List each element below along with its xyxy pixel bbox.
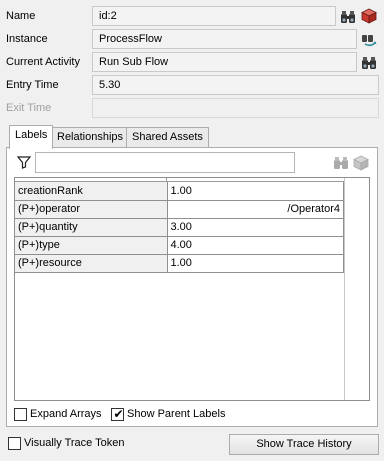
checkmark-icon: ✔ [113,407,124,421]
label-key[interactable]: (P+)type [15,235,168,255]
table-grid-line [344,178,345,400]
cube-icon[interactable] [361,8,377,24]
exit-time-row: Exit Time [0,98,384,120]
label-value[interactable]: 1.00 [166,182,344,201]
table-row[interactable]: (P+)resource 1.00 [15,253,344,273]
activity-field[interactable]: Run Sub Flow [92,52,357,72]
visually-trace-token-label: Visually Trace Token [24,437,125,449]
label-value[interactable]: 3.00 [166,217,344,237]
table-row[interactable]: (P+)type 4.00 [15,235,344,255]
filter-icon [16,156,32,169]
entry-time-row: Entry Time 5.30 [0,75,384,97]
show-trace-history-button[interactable]: Show Trace History [229,434,379,455]
label-value[interactable]: 1.00 [166,253,344,273]
table-row[interactable]: (P+)operator /Operator4 [15,199,344,219]
exit-time-label: Exit Time [6,102,52,114]
label-key[interactable]: creationRank [15,182,168,201]
label-value[interactable]: 4.00 [166,235,344,255]
tab-shared-assets[interactable]: Shared Assets [126,127,209,148]
activity-label: Current Activity [6,56,80,68]
name-row: Name id:2 [0,6,384,28]
instance-field[interactable]: ProcessFlow [92,29,357,49]
exit-time-field [92,98,379,118]
expand-arrays-checkbox[interactable] [14,408,27,421]
tab-relationships[interactable]: Relationships [51,127,130,148]
instance-label: Instance [6,33,48,45]
cube-icon [353,155,369,171]
table-row[interactable]: creationRank 1.00 [15,182,344,201]
visually-trace-token-checkbox[interactable] [8,437,21,450]
show-parent-labels-label: Show Parent Labels [127,408,226,420]
filter-input[interactable] [35,152,295,173]
binoculars-icon[interactable] [361,55,377,71]
label-value[interactable]: /Operator4 [166,199,344,219]
entry-time-label: Entry Time [6,79,59,91]
instance-row: Instance ProcessFlow [0,29,384,51]
name-field[interactable]: id:2 [92,6,336,26]
name-label: Name [6,10,36,22]
entry-time-field[interactable]: 5.30 [92,75,379,95]
tab-labels[interactable]: Labels [9,125,54,149]
label-key[interactable]: (P+)operator [15,199,168,219]
table-row[interactable]: (P+)quantity 3.00 [15,217,344,237]
expand-arrays-label: Expand Arrays [30,408,102,420]
label-key[interactable]: (P+)quantity [15,217,168,237]
activity-row: Current Activity Run Sub Flow [0,52,384,74]
sampler-icon[interactable] [361,32,377,48]
label-key[interactable]: (P+)resource [15,253,168,273]
binoculars-icon [334,157,348,169]
binoculars-icon[interactable] [340,9,356,25]
show-parent-labels-checkbox[interactable]: ✔ [111,407,124,421]
labels-table: creationRank 1.00 (P+)operator /Operator… [14,177,370,401]
